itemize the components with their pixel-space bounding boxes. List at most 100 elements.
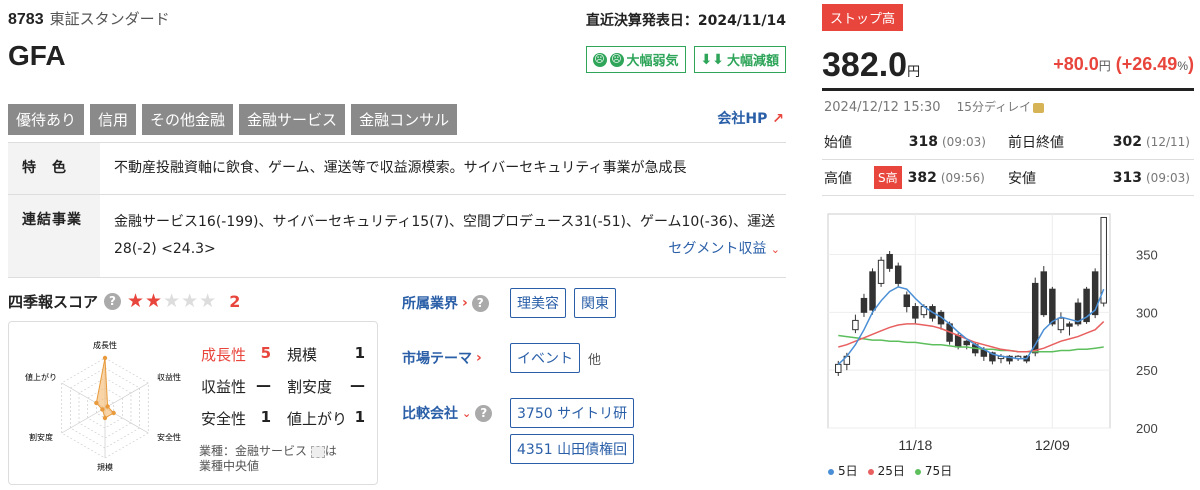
metric-cell: 割安度 —: [279, 376, 365, 397]
stop-high-badge: ストップ高: [822, 4, 904, 31]
industry-pill[interactable]: 関東: [574, 288, 616, 318]
radar-point: [94, 400, 99, 406]
sentiment-badge[interactable]: ☹ ☹ 大幅弱気: [585, 46, 686, 73]
star-on: ★★: [127, 290, 164, 312]
ohlc-time: (12/11): [1146, 134, 1190, 149]
sad-face-icon: ☹: [592, 52, 607, 67]
revision-label: 大幅減額: [726, 54, 779, 69]
ohlc-label: 前日終値: [1008, 134, 1064, 151]
candle-body: [1057, 317, 1065, 331]
x-tick-label: 11/18: [898, 437, 932, 453]
legend-label: 75日: [924, 464, 953, 478]
radar-point: [100, 407, 105, 412]
chart-frame: [827, 213, 1111, 429]
market-name: 東証スタンダード: [49, 10, 170, 28]
tag[interactable]: 優待あり: [8, 104, 85, 135]
note-text: は: [324, 444, 337, 458]
business-label: 連結事業: [8, 195, 100, 277]
theme-label[interactable]: 市場テーマ ›: [402, 343, 510, 368]
segment-link-label: セグメント収益: [668, 241, 767, 257]
candles: [835, 216, 1107, 376]
candlestick-chart[interactable]: 350 300 250 200 11/18 12/09: [822, 210, 1194, 460]
x-tick-label: 12/09: [1035, 437, 1070, 453]
note-text: 業種中央値: [199, 459, 260, 473]
radar-point: [102, 355, 108, 361]
metric-label: 規模: [287, 345, 318, 364]
metric-label: 割安度: [287, 377, 333, 396]
candle-body: [954, 334, 962, 348]
feature-label: 特 色: [8, 143, 100, 194]
revision-badge[interactable]: ⬇⬇ 大幅減額: [693, 46, 786, 73]
radar-label: 規模: [97, 462, 113, 472]
radar-chart: 成長性 収益性 安全性 規模 割安度 値上がり: [25, 340, 181, 472]
delay-note: 15分ディレイ: [956, 100, 1032, 114]
metric-row: 安全性 1 値上がり 1: [201, 402, 365, 434]
theme-pill[interactable]: イベント: [510, 343, 580, 373]
legend-label: 5日: [838, 464, 858, 478]
candle-body: [1049, 288, 1056, 325]
company-hp-link[interactable]: 会社HP ↗: [717, 108, 784, 128]
ohlc-value: 302: [1112, 133, 1142, 150]
compare-pill[interactable]: 3750 サイトリ研: [510, 398, 635, 428]
candle-body: [912, 306, 919, 319]
theme-label-text: 市場テーマ: [402, 351, 472, 367]
change-value: +80.0: [1053, 54, 1099, 74]
compare-row-2: 4351 山田債権回: [510, 434, 642, 464]
divider: [822, 88, 1194, 91]
metric-cell: 成長性 5: [201, 344, 279, 365]
radar-area: [95, 357, 115, 419]
feature-table: 特 色 不動産投融資軸に飲食、ゲーム、運送等で収益源模索。サイバーセキュリティ事…: [8, 142, 786, 278]
tag[interactable]: 金融コンサル: [351, 104, 458, 135]
price-unit: 円: [907, 64, 921, 79]
chevron-right-icon: ›: [476, 350, 482, 366]
price-chart[interactable]: 350 300 250 200 11/18 12/09 5日 25日 75日: [822, 210, 1194, 490]
score-label: 四季報スコア: [8, 292, 99, 311]
ohlc-row: 始値 318 (09:03) 前日終値 302 (12/11): [822, 124, 1194, 160]
y-tick-label: 300: [1136, 305, 1158, 320]
segment-link[interactable]: セグメント収益 ⌄: [668, 236, 780, 263]
candle-body: [886, 253, 893, 269]
note-text: 業種：金融サービス: [199, 444, 308, 458]
ohlc-table: 始値 318 (09:03) 前日終値 302 (12/11) 高値 S高 382 (09:5…: [822, 124, 1194, 196]
current-price: 382.0円: [822, 46, 920, 85]
metric-value: 1: [354, 343, 365, 362]
industry-pill[interactable]: 理美容: [510, 288, 566, 318]
score-title: 四季報スコア ? ★★★★★ 2: [8, 290, 240, 312]
ohlc-value: 318: [908, 133, 938, 150]
tag[interactable]: その他金融: [142, 104, 234, 135]
tag[interactable]: 信用: [90, 104, 137, 135]
tag-list: 優待あり 信用 その他金融 金融サービス 金融コンサル: [8, 104, 458, 135]
score-box: 成長性 収益性 安全性 規模 割安度 値上がり 成長性 5 規模 1 収益性 — 割安…: [8, 321, 378, 485]
down-arrow-icon: ⬇⬇: [700, 51, 724, 68]
ohlc-cell: 始値 318 (09:03): [822, 132, 990, 152]
business-row: 連結事業 金融サービス16(-199)、サイバーセキュリティ15(7)、空間プロ…: [8, 195, 786, 278]
industry-label[interactable]: 所属業界 ›?: [402, 288, 510, 313]
sad-face-icon: ☹: [609, 52, 624, 67]
paren: ): [1188, 54, 1194, 74]
code-row: 8783 東証スタンダード: [8, 8, 170, 29]
external-link-icon: ↗: [772, 111, 784, 127]
ohlc-time: (09:56): [940, 170, 985, 185]
compare-label[interactable]: 比較会社 ⌄?: [402, 398, 510, 423]
candle-body: [1040, 271, 1048, 316]
legend-label: 25日: [877, 464, 905, 478]
feature-text: 不動産投融資軸に飲食、ゲーム、運送等で収益源模索。サイバーセキュリティ事業が急成…: [114, 160, 687, 176]
price-value: 382.0: [822, 46, 908, 84]
chart-grid: [828, 214, 1110, 429]
tag[interactable]: 金融サービス: [239, 104, 346, 135]
metric-label: 値上がり: [287, 409, 348, 428]
help-icon[interactable]: ?: [104, 292, 122, 310]
help-icon[interactable]: ?: [471, 294, 489, 312]
help-icon[interactable]: ?: [475, 404, 493, 422]
compare-pill[interactable]: 4351 山田債権回: [510, 434, 635, 464]
radar-label: 安全性: [157, 432, 181, 442]
business-text: 金融サービス16(-199)、サイバーセキュリティ15(7)、空間プロデュース3…: [100, 195, 786, 277]
radar-point: [102, 415, 108, 421]
radar-label: 収益性: [157, 372, 181, 382]
compare-label-text: 比較会社: [402, 406, 458, 422]
candle-body: [963, 340, 970, 346]
change-unit: 円: [1098, 59, 1111, 73]
legend-dot: [828, 468, 834, 475]
legend-item: 5日: [828, 462, 858, 479]
candle-body: [869, 271, 876, 311]
